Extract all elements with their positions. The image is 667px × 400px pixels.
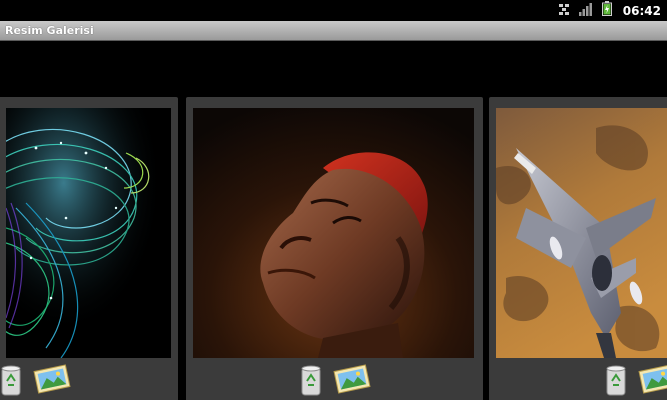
app-title: Resim Galerisi [5,24,94,37]
delete-recycle-icon[interactable] [605,364,627,396]
gallery-item[interactable] [0,97,178,400]
status-icons: 06:42 [558,0,661,21]
gallery-item[interactable] [186,97,483,400]
delete-recycle-icon[interactable] [300,364,322,396]
gallery-item[interactable] [489,97,667,400]
delete-recycle-icon[interactable] [0,364,22,396]
clock: 06:42 [622,3,661,18]
battery-icon [601,1,612,20]
set-wallpaper-icon[interactable] [32,362,72,396]
usb-debug-icon [558,1,570,20]
status-bar: 06:42 [0,0,667,21]
set-wallpaper-icon[interactable] [637,362,667,396]
gallery-image-fighter-jet[interactable] [496,108,667,358]
set-wallpaper-icon[interactable] [332,362,372,396]
signal-icon [578,1,593,20]
image-gallery[interactable] [0,41,667,400]
gallery-image-fractal[interactable] [6,108,171,358]
gallery-image-portrait[interactable] [193,108,474,358]
title-bar: Resim Galerisi [0,21,667,41]
